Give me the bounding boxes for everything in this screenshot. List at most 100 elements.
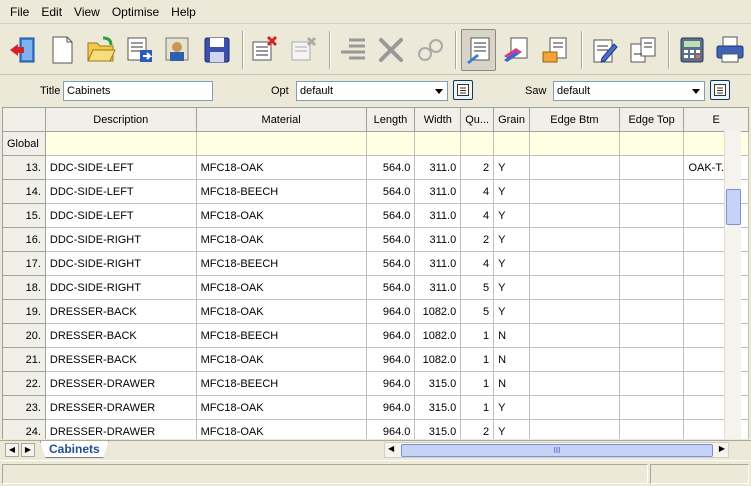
width-cell[interactable]: 311.0 <box>414 203 462 228</box>
row-number[interactable]: 19. <box>2 299 46 324</box>
row-number[interactable]: 21. <box>2 347 46 372</box>
quantity-cell[interactable]: 2 <box>460 155 495 180</box>
edge-top-cell[interactable] <box>618 419 685 439</box>
grain-cell[interactable]: Y <box>493 299 530 324</box>
length-cell[interactable]: 964.0 <box>365 419 416 439</box>
width-cell[interactable]: 315.0 <box>414 419 462 439</box>
grain-cell[interactable]: Y <box>493 419 530 439</box>
edge-btm-cell[interactable] <box>528 251 620 276</box>
column-header-length[interactable]: Length <box>365 107 416 132</box>
length-cell[interactable]: 564.0 <box>365 203 416 228</box>
quantity-cell[interactable]: 5 <box>460 275 495 300</box>
tab-cabinets[interactable]: Cabinets <box>40 441 109 458</box>
edit-button[interactable] <box>587 29 623 71</box>
delete-rows-button[interactable] <box>248 29 284 71</box>
description-cell[interactable]: DRESSER-DRAWER <box>44 395 197 420</box>
quantity-cell[interactable]: 4 <box>460 203 495 228</box>
material-cell[interactable]: MFC18-OAK <box>195 155 367 180</box>
edge-top-cell[interactable] <box>618 299 685 324</box>
edge-btm-cell[interactable] <box>528 203 620 228</box>
parts-list-button[interactable] <box>460 28 497 71</box>
opt-settings-button[interactable] <box>453 80 473 100</box>
length-cell[interactable]: 564.0 <box>365 275 416 300</box>
edge-btm-cell[interactable] <box>528 371 620 396</box>
menu-edit[interactable]: Edit <box>35 0 68 24</box>
clear-button[interactable] <box>286 29 322 71</box>
global-cell[interactable] <box>460 131 495 156</box>
edge-btm-cell[interactable] <box>528 227 620 252</box>
width-cell[interactable]: 315.0 <box>414 395 462 420</box>
menu-optimise[interactable]: Optimise <box>106 0 165 24</box>
description-cell[interactable]: DDC-SIDE-RIGHT <box>44 251 197 276</box>
list-button[interactable] <box>122 29 158 71</box>
grain-cell[interactable]: Y <box>493 179 530 204</box>
row-number[interactable]: 13. <box>2 155 46 180</box>
column-header-grain[interactable]: Grain <box>493 107 530 132</box>
width-cell[interactable]: 311.0 <box>414 251 462 276</box>
quantity-cell[interactable]: 4 <box>460 179 495 204</box>
length-cell[interactable]: 564.0 <box>365 227 416 252</box>
horizontal-scrollbar[interactable]: ◀ III ▶ <box>384 442 729 458</box>
edge-top-cell[interactable] <box>618 395 685 420</box>
length-cell[interactable]: 964.0 <box>365 323 416 348</box>
description-cell[interactable]: DRESSER-BACK <box>44 347 197 372</box>
row-number[interactable]: 16. <box>2 227 46 252</box>
global-cell[interactable] <box>414 131 462 156</box>
grain-cell[interactable]: Y <box>493 395 530 420</box>
grain-cell[interactable]: Y <box>493 275 530 300</box>
grain-cell[interactable]: Y <box>493 227 530 252</box>
length-cell[interactable]: 964.0 <box>365 299 416 324</box>
edge-top-cell[interactable] <box>618 275 685 300</box>
users-button[interactable] <box>160 29 196 71</box>
tab-scroll-left-button[interactable]: ◀ <box>5 443 19 457</box>
length-cell[interactable]: 964.0 <box>365 371 416 396</box>
edge-top-cell[interactable] <box>618 155 685 180</box>
quantity-cell[interactable]: 1 <box>460 371 495 396</box>
description-cell[interactable]: DDC-SIDE-LEFT <box>44 203 197 228</box>
material-cell[interactable]: MFC18-OAK <box>195 275 367 300</box>
cut-button[interactable] <box>373 29 409 71</box>
grain-cell[interactable]: N <box>493 347 530 372</box>
length-cell[interactable]: 564.0 <box>365 179 416 204</box>
width-cell[interactable]: 311.0 <box>414 155 462 180</box>
description-cell[interactable]: DRESSER-DRAWER <box>44 419 197 439</box>
material-cell[interactable]: MFC18-BEECH <box>195 323 367 348</box>
title-input[interactable]: Cabinets <box>63 81 213 101</box>
width-cell[interactable]: 1082.0 <box>414 299 462 324</box>
grain-cell[interactable]: N <box>493 323 530 348</box>
edge-btm-cell[interactable] <box>528 419 620 439</box>
horizontal-scroll-thumb[interactable]: III <box>401 444 713 457</box>
length-cell[interactable]: 964.0 <box>365 395 416 420</box>
description-cell[interactable]: DDC-SIDE-RIGHT <box>44 227 197 252</box>
row-number[interactable]: 22. <box>2 371 46 396</box>
row-number[interactable]: 15. <box>2 203 46 228</box>
quantity-cell[interactable]: 1 <box>460 323 495 348</box>
row-number[interactable]: 18. <box>2 275 46 300</box>
edge-btm-cell[interactable] <box>528 395 620 420</box>
global-cell[interactable] <box>44 131 197 156</box>
material-cell[interactable]: MFC18-OAK <box>195 299 367 324</box>
length-cell[interactable]: 964.0 <box>365 347 416 372</box>
tab-scroll-right-button[interactable]: ▶ <box>21 443 35 457</box>
width-cell[interactable]: 315.0 <box>414 371 462 396</box>
row-number[interactable]: 23. <box>2 395 46 420</box>
exit-button[interactable] <box>6 29 42 71</box>
material-cell[interactable]: MFC18-OAK <box>195 419 367 439</box>
quantity-cell[interactable]: 5 <box>460 299 495 324</box>
edge-top-cell[interactable] <box>618 203 685 228</box>
open-button[interactable] <box>83 29 119 71</box>
column-header-width[interactable]: Width <box>414 107 462 132</box>
quantity-cell[interactable]: 1 <box>460 395 495 420</box>
quantity-cell[interactable]: 2 <box>460 227 495 252</box>
opt-select[interactable]: default <box>296 81 448 101</box>
global-cell[interactable] <box>195 131 367 156</box>
row-number[interactable]: 17. <box>2 251 46 276</box>
width-cell[interactable]: 1082.0 <box>414 323 462 348</box>
edge-top-cell[interactable] <box>618 371 685 396</box>
grain-cell[interactable]: N <box>493 371 530 396</box>
column-header-quantity[interactable]: Qu... <box>460 107 495 132</box>
description-cell[interactable]: DRESSER-BACK <box>44 323 197 348</box>
description-cell[interactable]: DRESSER-BACK <box>44 299 197 324</box>
width-cell[interactable]: 311.0 <box>414 227 462 252</box>
edge-top-cell[interactable] <box>618 323 685 348</box>
